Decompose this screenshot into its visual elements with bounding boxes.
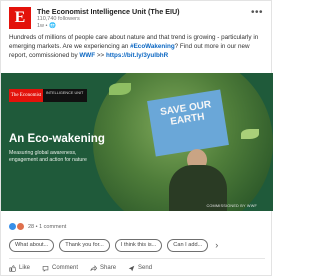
send-icon: [128, 265, 135, 271]
more-options-button[interactable]: •••: [251, 7, 263, 18]
divider: [9, 258, 265, 259]
post-time: 1w • 🌐: [37, 23, 56, 29]
wwf-mention-link[interactable]: WWF: [79, 52, 95, 59]
company-name[interactable]: The Economist Intelligence Unit (The EIU…: [37, 7, 180, 16]
suggested-comments: What about... Thank you for... I think t…: [9, 239, 271, 252]
suggestion-chip[interactable]: Can I add...: [167, 239, 209, 252]
company-logo[interactable]: E: [9, 7, 31, 29]
comment-label: Comment: [52, 265, 79, 271]
suggestion-chip[interactable]: What about...: [9, 239, 55, 252]
hashtag-link[interactable]: #EcoWakening: [130, 43, 175, 50]
send-button[interactable]: Send: [128, 263, 152, 273]
leaf-decoration: [241, 129, 259, 139]
protest-sign: SAVE OUR EARTH: [147, 89, 229, 157]
chevron-right-icon[interactable]: ›: [215, 239, 218, 252]
reaction-count: 28 • 1 comment: [28, 223, 67, 230]
send-label: Send: [138, 265, 153, 271]
love-reaction-icon: [17, 223, 24, 230]
like-reaction-icon: [9, 223, 16, 230]
post-time-label: 1w •: [37, 23, 48, 29]
share-icon: [90, 264, 98, 271]
report-headline: An Eco-wakening: [9, 133, 105, 145]
suggestion-chip[interactable]: I think this is...: [114, 239, 163, 252]
comment-button[interactable]: Comment: [42, 263, 78, 273]
report-url-link[interactable]: https://bit.ly/3yulbhR: [106, 52, 168, 59]
leaf-decoration: [109, 83, 131, 95]
thumbs-up-icon: [9, 264, 16, 272]
reactions-summary[interactable]: 28 • 1 comment: [9, 223, 66, 230]
post-image[interactable]: SAVE OUR EARTH The Economist INTELLIGENC…: [1, 73, 273, 211]
post-text: Hundreds of millions of people care abou…: [9, 33, 267, 60]
share-button[interactable]: Share: [90, 263, 116, 273]
follower-count: 110,740 followers: [37, 16, 80, 22]
brand-logo-right: INTELLIGENCE UNIT: [43, 89, 87, 102]
brand-logo-left: The Economist: [9, 89, 43, 102]
globe-icon: 🌐: [49, 23, 56, 29]
share-label: Share: [100, 265, 117, 271]
like-label: Like: [19, 265, 31, 271]
post-text-arrow: >>: [95, 52, 106, 59]
comment-icon: [42, 265, 49, 272]
like-button[interactable]: Like: [9, 263, 30, 273]
commissioned-by-label: COMMISSIONED BY WWF: [206, 204, 257, 208]
post-actions: Like Comment Share Send: [9, 263, 152, 273]
suggestion-chip[interactable]: Thank you for...: [59, 239, 110, 252]
post-header: E The Economist Intelligence Unit (The E…: [9, 7, 265, 29]
eiu-brand-logo: The Economist INTELLIGENCE UNIT: [9, 89, 87, 102]
post-card: E The Economist Intelligence Unit (The E…: [0, 0, 273, 276]
report-subhead: Measuring global awareness, engagement a…: [9, 150, 87, 163]
